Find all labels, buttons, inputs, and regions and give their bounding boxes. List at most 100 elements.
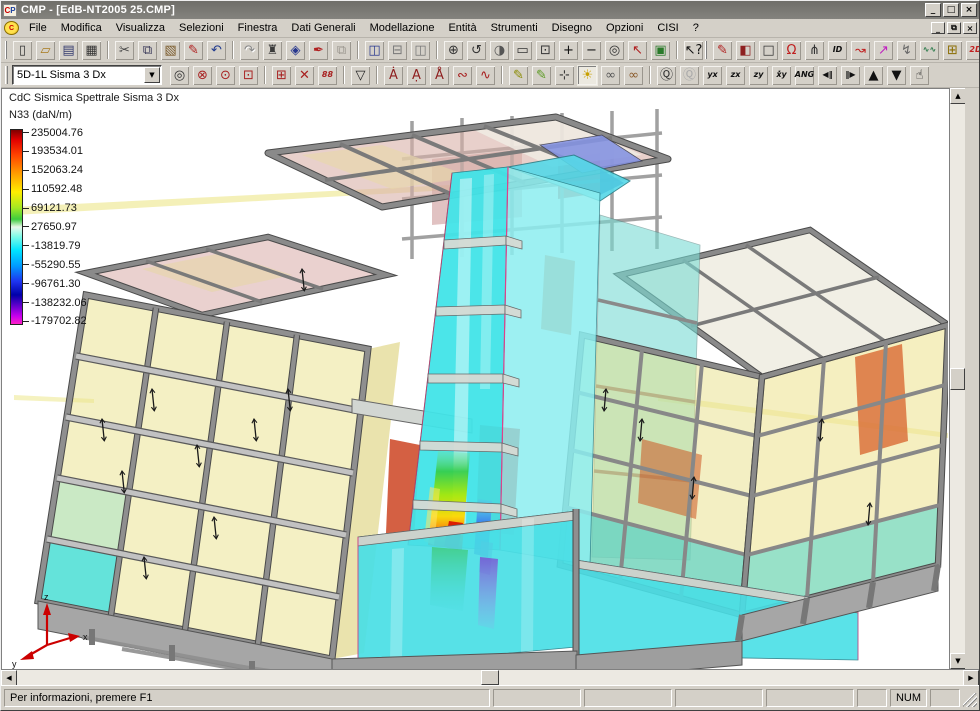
step-next-icon[interactable]: ‖▶ [840,65,861,86]
hand-pan-icon[interactable]: ☝ [909,65,930,86]
menu-disegno[interactable]: Disegno [545,20,599,36]
zoom-area-icon[interactable]: ⊙ [215,65,236,86]
menu-finestra[interactable]: Finestra [231,20,285,36]
tile-vertical-icon[interactable]: ◫ [364,40,385,61]
scroll-up-icon[interactable]: ▲ [950,88,966,104]
resize-grip-icon[interactable] [963,693,977,707]
solid-view-icon[interactable]: ◧ [735,40,756,61]
query-zoom-icon[interactable]: Ⓠ [656,65,677,86]
magnet-icon[interactable]: Ω [781,40,802,61]
id-label-icon[interactable]: ID [827,40,848,61]
numbering-icon[interactable]: 88 [317,65,338,86]
filter-funnel-icon[interactable]: ▽ [350,65,371,86]
toolbar-grip[interactable] [5,41,7,59]
maximize-button[interactable]: □ [943,3,959,17]
deselect-icon[interactable]: ✕ [294,65,315,86]
menu-entit[interactable]: Entità [441,20,483,36]
table-icon[interactable]: ⊞ [942,40,963,61]
minimize-button[interactable]: _ [925,3,941,17]
print-icon[interactable]: ▦ [81,40,102,61]
view-options-icon[interactable]: ∞ [600,65,621,86]
undo-icon[interactable]: ↶ [206,40,227,61]
link-beams-icon[interactable]: ∾ [452,65,473,86]
menu-modellazione[interactable]: Modellazione [363,20,442,36]
zoom-in-icon[interactable]: + [558,40,579,61]
mdi-minimize-button[interactable]: _ [931,22,945,34]
scroll-down-icon[interactable]: ▼ [950,653,966,669]
hscroll-track[interactable] [17,670,963,685]
menu-file[interactable]: File [22,20,54,36]
draw-pen-icon[interactable]: ✎ [508,65,529,86]
menu-cisi[interactable]: CISI [650,20,685,36]
springs-icon[interactable]: ∿∿ [919,40,940,61]
zoom-entity-icon[interactable]: ⊡ [238,65,259,86]
annotate-pen-icon[interactable]: ✒ [308,40,329,61]
zoom-select-icon[interactable]: ◎ [169,65,190,86]
mdi-close-button[interactable]: × [963,22,977,34]
query-zoom-prev-icon[interactable]: Ⓠ [679,65,700,86]
horizontal-scrollbar[interactable]: ◀ ▶ [1,669,979,685]
step-prev-icon[interactable]: ◀‖ [817,65,838,86]
mdi-restore-button[interactable]: ⧉ [947,22,961,34]
zoom-extents-icon[interactable]: ◎ [604,40,625,61]
view-xy-icon[interactable]: x̽y [771,65,792,86]
close-button[interactable]: × [961,3,977,17]
step-up-icon[interactable]: ▲ [863,65,884,86]
link-nodes-icon[interactable]: ∿ [475,65,496,86]
arrow-constraint-icon[interactable]: ↯ [896,40,917,61]
diagram-scale-icon[interactable]: ⊹ [554,65,575,86]
copy-icon[interactable]: ⧉ [137,40,158,61]
lightbulb-icon[interactable]: ☀ [577,65,598,86]
paste-icon[interactable]: ▧ [160,40,181,61]
draw-pen-double-icon[interactable]: ✎ [531,65,552,86]
image-export-icon[interactable]: ▣ [650,40,671,61]
menu-opzioni[interactable]: Opzioni [599,20,650,36]
render-shade-icon[interactable]: ◑ [489,40,510,61]
scroll-right-icon[interactable]: ▶ [963,670,979,686]
duplicate-icon[interactable]: ⧉ [331,40,352,61]
select-grid-icon[interactable]: ⊞ [271,65,292,86]
hscroll-thumb[interactable] [481,670,499,685]
apply-node-a2-icon[interactable]: Ạ [406,65,427,86]
rotate-view-icon[interactable]: ↺ [466,40,487,61]
load-case-combobox[interactable]: 5D-1L Sisma 3 Dx ▼ [12,65,162,85]
step-down-icon[interactable]: ▼ [886,65,907,86]
zoom-out-icon[interactable]: − [581,40,602,61]
save-icon[interactable]: ▤ [58,40,79,61]
apply-node-a3-icon[interactable]: Å [429,65,450,86]
view-zx-icon[interactable]: zx [725,65,746,86]
help-pointer-icon[interactable]: ↖? [683,40,704,61]
menu-dati-generali[interactable]: Dati Generali [284,20,362,36]
menu-modifica[interactable]: Modifica [54,20,109,36]
toolbar-grip[interactable] [5,66,8,84]
scroll-left-icon[interactable]: ◀ [1,670,17,686]
view-angle-icon[interactable]: ANG [794,65,815,86]
zoom-window-icon[interactable]: ▭ [512,40,533,61]
twod-view-icon[interactable]: 2D [965,40,980,61]
cascade-windows-icon[interactable]: ◫ [410,40,431,61]
wireframe-view-icon[interactable]: □ [758,40,779,61]
toolbar-grip[interactable] [705,41,707,59]
menu-help[interactable]: ? [686,20,706,36]
menu-strumenti[interactable]: Strumenti [484,20,545,36]
vertical-scrollbar[interactable]: ▲ ▼ [949,88,965,669]
new-icon[interactable]: ▯ [12,40,33,61]
format-painter-icon[interactable]: ✎ [183,40,204,61]
zoom-remove-icon[interactable]: ⊗ [192,65,213,86]
options-grid-icon[interactable]: ◈ [285,40,306,61]
snap-fork-icon[interactable]: ⋔ [804,40,825,61]
redo-icon[interactable]: ↷ [239,40,260,61]
cut-icon[interactable]: ✂ [114,40,135,61]
vscroll-thumb[interactable] [950,368,965,390]
view-zy-icon[interactable]: zy [748,65,769,86]
open-folder-icon[interactable]: ▱ [35,40,56,61]
pencil-icon[interactable]: ✎ [712,40,733,61]
view-options2-icon[interactable]: ∞ [623,65,644,86]
stamp-icon[interactable]: ♜ [262,40,283,61]
menu-visualizza[interactable]: Visualizza [109,20,172,36]
apply-node-a1-icon[interactable]: Ȧ [383,65,404,86]
document-icon[interactable]: C [4,21,19,35]
zoom-objects-icon[interactable]: ⊡ [535,40,556,61]
entity-info-icon[interactable]: ↖ [627,40,648,61]
pan-icon[interactable]: ⊕ [443,40,464,61]
